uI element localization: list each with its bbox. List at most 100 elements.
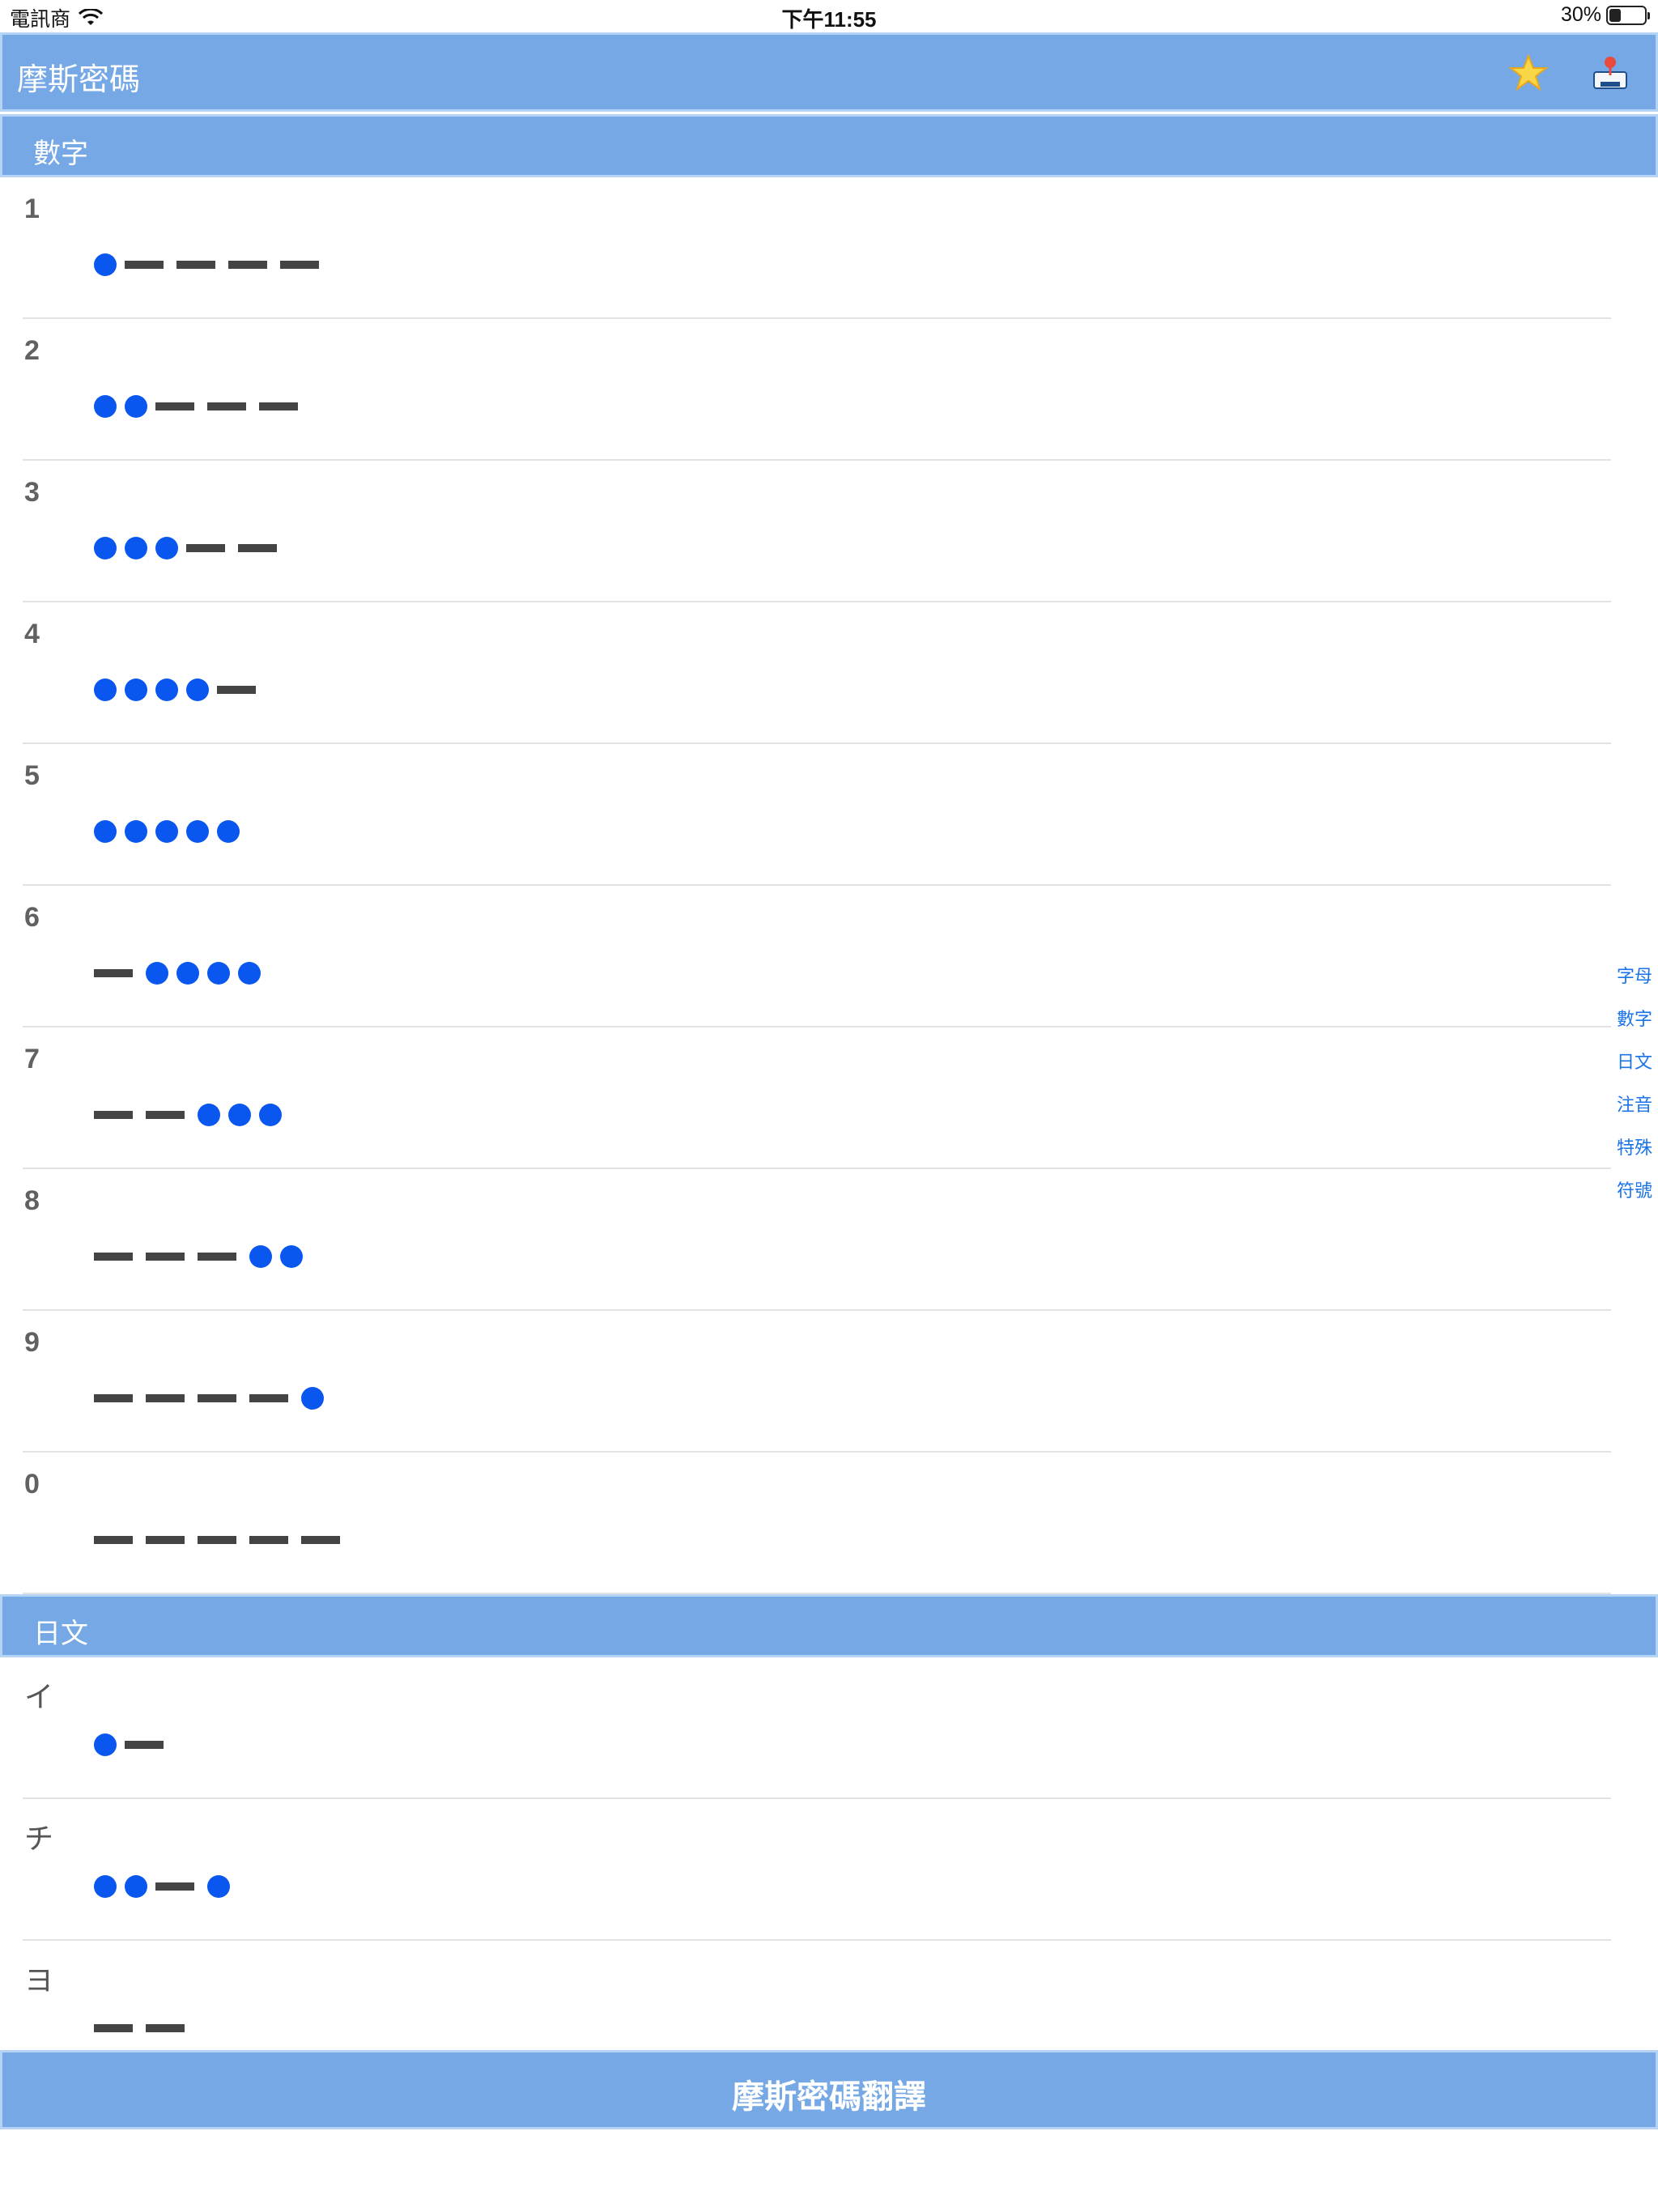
- morse-dot: [94, 253, 117, 276]
- morse-code: [94, 393, 311, 419]
- battery-level: [1609, 8, 1621, 22]
- list-item[interactable]: 2: [0, 319, 1611, 461]
- morse-code: [94, 252, 332, 278]
- morse-dash: [301, 1536, 340, 1544]
- row-label: 2: [24, 335, 40, 366]
- index-item-symbols[interactable]: 符號: [1617, 1175, 1652, 1218]
- status-bar: 電訊商 下午11:55 30%: [0, 0, 1658, 32]
- row-label: 3: [24, 477, 40, 508]
- morse-dot: [259, 1104, 282, 1126]
- morse-dash: [217, 686, 256, 694]
- battery-icon: [1606, 5, 1650, 25]
- morse-dash: [146, 2024, 185, 2032]
- carrier-label: 電訊商: [10, 8, 71, 31]
- morse-dot: [125, 1875, 147, 1898]
- section-header-numbers: 數字: [0, 114, 1658, 177]
- row-label: 9: [24, 1327, 40, 1358]
- row-label: 8: [24, 1185, 40, 1216]
- list-item[interactable]: 9: [0, 1311, 1611, 1453]
- list-item[interactable]: 5: [0, 744, 1611, 886]
- row-label: ヨ: [24, 1963, 54, 1997]
- morse-dot: [146, 962, 168, 985]
- morse-dot: [198, 1104, 220, 1126]
- morse-code: [94, 1527, 353, 1553]
- row-label: チ: [24, 1822, 54, 1855]
- morse-dot: [94, 537, 117, 559]
- morse-code: [94, 1244, 311, 1270]
- morse-dash: [249, 1394, 288, 1402]
- section-title: 數字: [33, 138, 88, 169]
- morse-dash: [146, 1536, 185, 1544]
- list-item[interactable]: 4: [0, 602, 1611, 744]
- morse-dash: [238, 544, 277, 552]
- morse-dash: [125, 1741, 164, 1749]
- morse-dash: [125, 261, 164, 269]
- morse-dot: [94, 1875, 117, 1898]
- morse-code: [94, 819, 248, 844]
- list-item[interactable]: チ: [0, 1799, 1611, 1941]
- row-label: 5: [24, 760, 40, 791]
- list-item[interactable]: イ: [0, 1657, 1611, 1799]
- translate-button[interactable]: 摩斯密碼翻譯: [0, 2050, 1658, 2129]
- row-label: 7: [24, 1044, 40, 1074]
- morse-dot: [186, 678, 209, 701]
- inbox-icon[interactable]: [1589, 51, 1631, 93]
- list-item[interactable]: 6: [0, 886, 1611, 1027]
- index-item-zhuyin[interactable]: 注音: [1617, 1089, 1652, 1132]
- section-title: 日文: [33, 1619, 88, 1649]
- list-item[interactable]: 1: [0, 177, 1611, 319]
- list-item[interactable]: 7: [0, 1027, 1611, 1169]
- morse-dash: [94, 1536, 133, 1544]
- section-index: 字母 數字 日文 注音 特殊 符號: [1611, 960, 1658, 1218]
- morse-dot: [94, 678, 117, 701]
- list-item[interactable]: 3: [0, 461, 1611, 602]
- morse-dot: [125, 820, 147, 843]
- morse-dot: [217, 820, 240, 843]
- morse-dot: [238, 962, 261, 985]
- index-item-letters[interactable]: 字母: [1617, 960, 1652, 1003]
- page-title: 摩斯密碼: [17, 63, 141, 97]
- clock: 下午11:55: [781, 7, 877, 32]
- morse-dash: [198, 1394, 236, 1402]
- morse-code: [94, 677, 269, 703]
- list-item[interactable]: 8: [0, 1169, 1611, 1311]
- section-header-japanese: 日文: [0, 1594, 1658, 1657]
- morse-dot: [155, 537, 178, 559]
- row-label: 4: [24, 619, 40, 649]
- morse-dash: [146, 1253, 185, 1261]
- morse-dash: [155, 402, 194, 410]
- morse-dash: [94, 1111, 133, 1119]
- index-item-numbers[interactable]: 數字: [1617, 1003, 1652, 1046]
- morse-dash: [207, 402, 246, 410]
- morse-dot: [207, 962, 230, 985]
- morse-dash: [186, 544, 225, 552]
- morse-dot: [249, 1245, 272, 1268]
- morse-dot: [301, 1387, 324, 1410]
- morse-dash: [94, 2024, 133, 2032]
- index-item-special[interactable]: 特殊: [1617, 1132, 1652, 1175]
- morse-code: [94, 1732, 176, 1758]
- morse-dot: [186, 820, 209, 843]
- morse-dash: [94, 1394, 133, 1402]
- translate-button-label: 摩斯密碼翻譯: [732, 2079, 926, 2115]
- status-right: 30%: [1560, 3, 1650, 27]
- row-label: 1: [24, 194, 40, 224]
- morse-dash: [176, 261, 215, 269]
- morse-dash: [228, 261, 267, 269]
- morse-dot: [228, 1104, 251, 1126]
- morse-dot: [207, 1875, 230, 1898]
- battery-percent: 30%: [1560, 3, 1601, 26]
- morse-code: [94, 1385, 332, 1411]
- morse-dash: [249, 1536, 288, 1544]
- star-icon[interactable]: [1508, 53, 1549, 93]
- morse-dash: [146, 1394, 185, 1402]
- navigation-bar: 摩斯密碼: [0, 32, 1658, 112]
- row-label: 6: [24, 902, 40, 933]
- morse-code: [94, 960, 269, 986]
- morse-dot: [94, 820, 117, 843]
- morse-dot: [280, 1245, 303, 1268]
- morse-dash: [94, 1253, 133, 1261]
- index-item-japanese[interactable]: 日文: [1617, 1046, 1652, 1089]
- list-item[interactable]: 0: [0, 1453, 1611, 1594]
- morse-code: [94, 1102, 290, 1128]
